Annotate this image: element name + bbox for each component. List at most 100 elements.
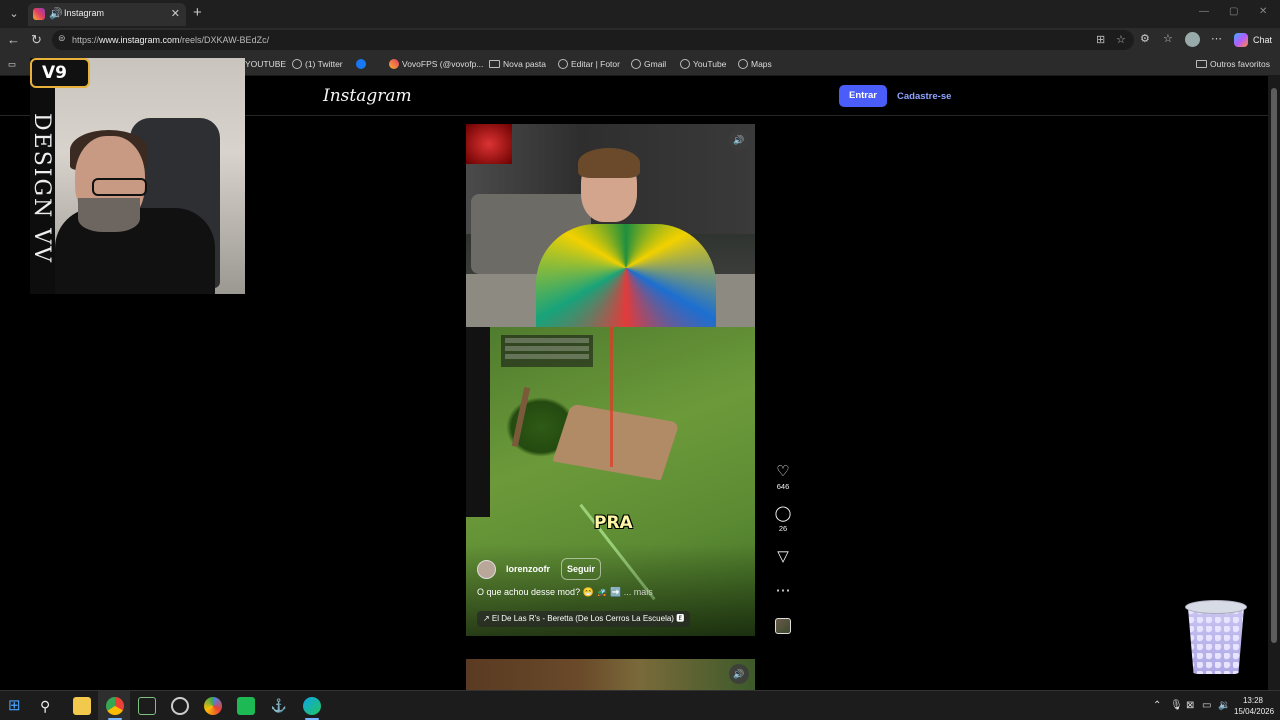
- instagram-logo[interactable]: Instagram: [323, 86, 412, 106]
- obs-icon[interactable]: [171, 697, 189, 715]
- next-reel-preview[interactable]: 🔊: [466, 659, 755, 690]
- globe-icon: [631, 59, 641, 69]
- reading-mode-icon[interactable]: ▭: [8, 59, 16, 70]
- game-hud: [501, 335, 593, 367]
- green-app-icon[interactable]: [237, 697, 255, 715]
- globe-icon: [292, 59, 302, 69]
- chat-button[interactable]: Chat: [1253, 35, 1272, 45]
- scrollbar[interactable]: [1268, 76, 1280, 690]
- chrome-profile-icon[interactable]: [204, 697, 222, 715]
- audio-thumbnail[interactable]: [775, 618, 791, 634]
- back-icon[interactable]: ←: [7, 32, 20, 48]
- comment-icon[interactable]: ◯: [773, 505, 793, 523]
- bookmark-fotor[interactable]: Editar | Fotor: [558, 59, 620, 69]
- network-icon[interactable]: ▭: [1202, 700, 1211, 711]
- scrollbar-thumb[interactable]: [1271, 88, 1277, 643]
- reel-video[interactable]: 🔊 PRA lorenzoofr Seguir O que achou dess…: [466, 124, 755, 636]
- send-icon[interactable]: ▽: [773, 548, 793, 566]
- globe-icon: [680, 59, 690, 69]
- app-available-icon[interactable]: ⊞: [1096, 33, 1105, 46]
- bin-body: [1188, 608, 1244, 674]
- music-label[interactable]: ↗ El De Las R's - Beretta (De Los Cerros…: [477, 611, 691, 627]
- volume-icon[interactable]: 🔉: [1218, 700, 1230, 711]
- clock-time: 13:28: [1242, 696, 1264, 705]
- game-side-panel: [466, 327, 490, 517]
- bookmark-gmail[interactable]: Gmail: [631, 59, 666, 69]
- person-beard: [78, 198, 140, 232]
- globe-icon: [558, 59, 568, 69]
- favorite-star-icon[interactable]: ☆: [1116, 33, 1126, 46]
- search-icon[interactable]: ⚲: [40, 697, 58, 715]
- streamer-hair: [578, 148, 640, 178]
- speaker-icon[interactable]: 🔊: [49, 7, 63, 20]
- bookmark-vovofps[interactable]: VovoFPS (@vovofp...: [389, 59, 483, 69]
- folder-icon: [1196, 60, 1207, 68]
- video-caption-overlay: PRA: [594, 513, 633, 533]
- url-text: https://www.instagram.com/reels/DXKAW-BE…: [72, 35, 270, 45]
- mute-icon[interactable]: 🔊: [729, 664, 749, 684]
- tab-instagram[interactable]: 🔊 Instagram ✕: [28, 3, 186, 26]
- more-link[interactable]: ... mais: [624, 587, 653, 597]
- tab-bar: ⌄ 🔊 Instagram ✕ + — ▢ ✕: [0, 0, 1280, 28]
- bookmark-nova-pasta[interactable]: Nova pasta: [489, 59, 546, 69]
- bookmark-youtube[interactable]: YouTube: [680, 59, 726, 69]
- copilot-icon[interactable]: [1234, 33, 1248, 47]
- like-action[interactable]: ♡ 646: [773, 463, 793, 491]
- follow-button[interactable]: Seguir: [561, 558, 602, 580]
- microphone-icon[interactable]: 🎙: [1170, 700, 1183, 711]
- bookmark-twitter[interactable]: (1) Twitter: [292, 59, 343, 69]
- author-name[interactable]: lorenzoofr: [506, 564, 550, 574]
- windows-start-icon[interactable]: ⊞: [8, 697, 26, 715]
- hud-line: [505, 346, 589, 351]
- glasses: [92, 178, 147, 196]
- recycle-bin-icon[interactable]: [1185, 600, 1247, 674]
- author-avatar[interactable]: [477, 560, 496, 579]
- bookmark-maps[interactable]: Maps: [738, 59, 772, 69]
- reload-icon[interactable]: ↻: [31, 32, 42, 48]
- clock-date: 15/04/2026: [1234, 707, 1275, 716]
- tray-app-icon[interactable]: ⊠: [1186, 700, 1194, 711]
- streamer-camera: [466, 124, 755, 334]
- bookmark-youtube-caps[interactable]: YOUTUBE: [245, 59, 286, 69]
- signup-link[interactable]: Cadastre-se: [897, 91, 951, 102]
- wooden-structure: [552, 403, 680, 481]
- bookmark-facebook[interactable]: [356, 59, 366, 69]
- hud-line: [505, 338, 589, 343]
- anchor-app-icon[interactable]: ⚓: [270, 697, 288, 715]
- mute-icon[interactable]: 🔊: [729, 130, 749, 150]
- restore-icon[interactable]: ▢: [1229, 6, 1238, 17]
- tab-list-icon[interactable]: ⌄: [4, 4, 24, 24]
- webcam-overlay: DESIGN VV V9: [30, 58, 245, 294]
- taskbar: ⊞ ⚲ ⚓ ⌃ 🎙 ⊠ ▭ 🔉 13:28 15/04/2026: [0, 690, 1280, 720]
- terminal-icon[interactable]: [138, 697, 156, 715]
- file-explorer-icon[interactable]: [73, 697, 91, 715]
- minimize-icon[interactable]: —: [1199, 6, 1209, 17]
- address-bar[interactable]: ⊜ https://www.instagram.com/reels/DXKAW-…: [52, 30, 1134, 50]
- favorites-icon[interactable]: ☆: [1163, 32, 1173, 45]
- close-window-icon[interactable]: ✕: [1259, 6, 1267, 17]
- system-clock[interactable]: 13:28 15/04/2026: [1234, 695, 1275, 717]
- chrome-icon[interactable]: [106, 697, 124, 715]
- streamer-shirt: [536, 224, 716, 334]
- comment-action[interactable]: ◯ 26: [773, 505, 793, 533]
- like-count: 646: [776, 482, 790, 491]
- instagram-favicon-icon: [33, 8, 45, 20]
- comment-count: 26: [778, 524, 788, 533]
- close-tab-icon[interactable]: ✕: [171, 7, 180, 20]
- hud-line: [505, 354, 589, 359]
- extensions-icon[interactable]: ⚙: [1140, 32, 1150, 45]
- more-menu-icon[interactable]: ⋯: [1211, 32, 1222, 45]
- other-bookmarks-folder[interactable]: Outros favoritos: [1196, 59, 1270, 69]
- more-options-icon[interactable]: ⋯: [773, 582, 793, 600]
- profile-avatar[interactable]: [1185, 32, 1200, 47]
- heart-icon[interactable]: ♡: [773, 463, 793, 481]
- bin-rim: [1185, 600, 1247, 614]
- site-info-icon[interactable]: ⊜: [58, 33, 66, 44]
- edge-icon[interactable]: [303, 697, 321, 715]
- tray-overflow-icon[interactable]: ⌃: [1153, 700, 1161, 711]
- login-button[interactable]: Entrar: [839, 85, 887, 107]
- new-tab-icon[interactable]: +: [193, 4, 202, 22]
- instagram-icon: [389, 59, 399, 69]
- share-action[interactable]: ▽: [773, 548, 793, 566]
- more-action[interactable]: ⋯: [773, 582, 793, 600]
